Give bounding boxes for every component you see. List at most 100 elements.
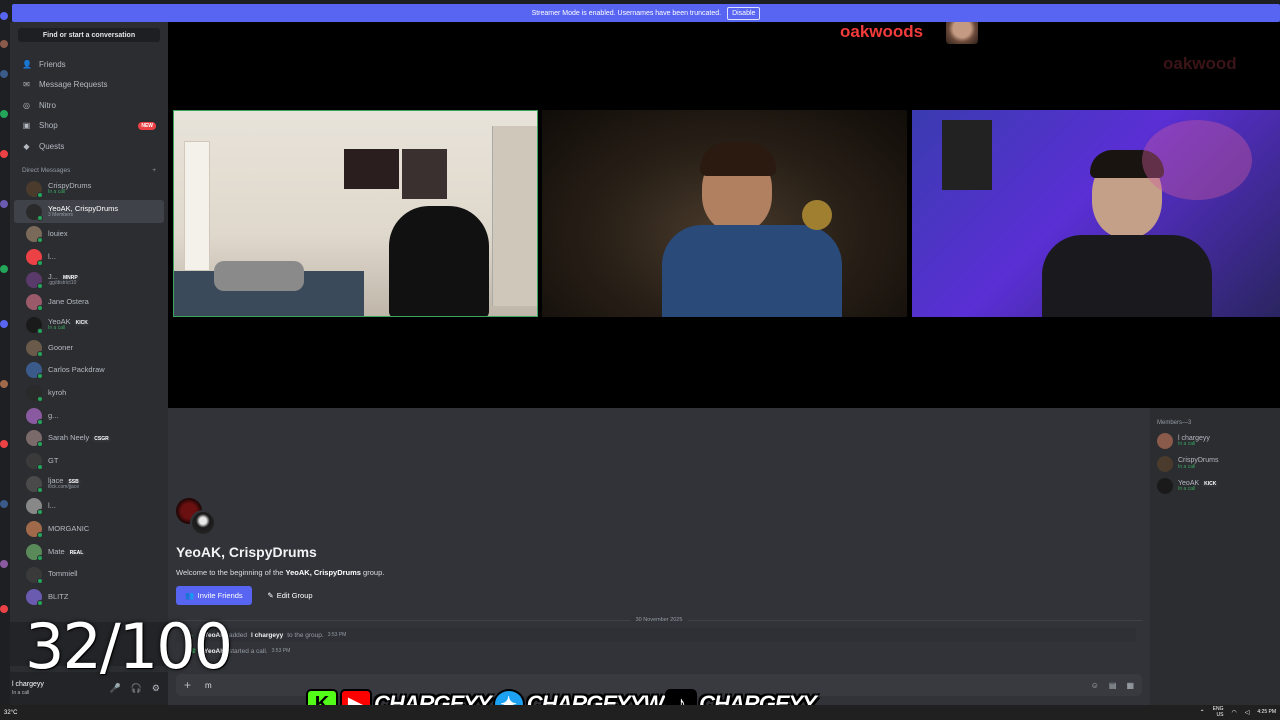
headphones-icon[interactable]: 🎧 — [131, 683, 142, 694]
edit-group-button[interactable]: ✎ Edit Group — [260, 586, 320, 605]
clock-time: 4:25 PM — [1257, 708, 1276, 715]
quests-icon: ◆ — [23, 141, 30, 151]
dm-item[interactable]: YeoAK, CrispyDrums 3 Members — [14, 200, 164, 223]
dm-item[interactable]: GT — [14, 450, 164, 473]
dm-item[interactable]: MORGANIC — [14, 518, 164, 541]
server-icon[interactable] — [0, 380, 8, 388]
gear-icon[interactable]: ⚙ — [152, 683, 160, 694]
hair-shape — [700, 142, 776, 176]
status-dot — [37, 237, 43, 244]
dm-item[interactable]: g... — [14, 404, 164, 427]
dm-item[interactable]: BLITZ — [14, 586, 164, 609]
server-icon[interactable] — [0, 320, 8, 328]
mail-icon: ✉ — [23, 80, 30, 90]
server-icon[interactable] — [0, 440, 8, 448]
nav-shop[interactable]: ▣ Shop NEW — [10, 116, 168, 137]
member-item[interactable]: YeoAK KICK In a call — [1150, 475, 1280, 498]
wifi-icon[interactable]: ◠ — [1232, 709, 1237, 716]
server-icon[interactable] — [0, 110, 8, 118]
dm-item[interactable]: CrispyDrums In a call — [14, 178, 164, 201]
nav-message-requests[interactable]: ✉ Message Requests — [10, 75, 168, 96]
dm-name: kyroh — [48, 387, 67, 397]
server-icon[interactable] — [0, 200, 8, 208]
dm-name: Sarah Neely — [48, 433, 90, 443]
dm-item[interactable]: Gooner — [14, 336, 164, 359]
chat-title: YeoAK, CrispyDrums — [176, 544, 317, 560]
clock[interactable]: 4:25 PM — [1257, 708, 1276, 716]
disable-button[interactable]: Disable — [727, 6, 761, 20]
search-input[interactable]: Find or start a conversation — [18, 28, 160, 42]
dm-name-line: louiex — [48, 229, 68, 239]
video-tile-crispydrums[interactable] — [542, 110, 907, 317]
member-item[interactable]: l chargeyy In a call — [1150, 430, 1280, 453]
gif-icon[interactable]: ▤ — [1109, 681, 1117, 690]
chevron-up-icon[interactable]: ⌃ — [1200, 709, 1205, 716]
message-target[interactable]: l chargeyy — [251, 632, 283, 639]
server-icon[interactable] — [0, 70, 8, 78]
group-avatar — [176, 498, 216, 538]
dm-item[interactable]: l... — [14, 246, 164, 269]
member-text: l chargeyy In a call — [1178, 435, 1210, 448]
poster-shape — [402, 149, 447, 199]
video-tile-chargeyy[interactable] — [173, 110, 538, 317]
nav-friends[interactable]: 👤 Friends — [10, 54, 168, 75]
speaker-icon[interactable]: ◁ — [1245, 709, 1250, 716]
server-icon[interactable] — [0, 560, 8, 568]
video-tile-yeoak[interactable] — [912, 110, 1280, 317]
dm-name: louiex — [48, 229, 68, 239]
dm-text: Carlos Packdraw — [48, 366, 105, 374]
status-dot — [37, 282, 43, 289]
dm-subtext: In a call — [48, 189, 66, 196]
dm-item[interactable]: Mate REAL — [14, 541, 164, 564]
friends-icon: 👤 — [22, 59, 32, 69]
dm-name-line: kyroh — [48, 387, 67, 397]
avatar — [1157, 478, 1173, 495]
dm-sidebar: Find or start a conversation 👤 Friends ✉… — [10, 22, 168, 705]
dm-text: Tommiell — [48, 570, 78, 578]
dm-item[interactable]: Sarah Neely CSGR — [14, 427, 164, 450]
dm-item[interactable]: J... MNRP .gg/district10 — [14, 268, 164, 291]
dm-item[interactable]: Jane Ostera — [14, 291, 164, 314]
member-text: CrispyDrums In a call — [1178, 457, 1218, 470]
user-status: In a call — [12, 689, 30, 696]
nav-nitro[interactable]: ◎ Nitro — [10, 95, 168, 116]
member-item[interactable]: CrispyDrums In a call — [1150, 453, 1280, 476]
server-icon[interactable] — [0, 40, 8, 48]
language-indicator[interactable]: ENG US — [1213, 706, 1224, 718]
dm-item[interactable]: kyroh — [14, 382, 164, 405]
message-rest: to the group. — [287, 631, 324, 639]
apps-icon[interactable]: ▦ — [1126, 681, 1134, 690]
shirt-shape — [1042, 235, 1212, 317]
invite-friends-button[interactable]: 👥 Invite Friends — [176, 586, 252, 605]
weather-temp[interactable]: 32°C — [4, 710, 17, 716]
dm-name-line: Carlos Packdraw — [48, 366, 105, 374]
add-dm-icon[interactable]: + — [152, 167, 156, 174]
dm-item[interactable]: YeoAK KICK In a call — [14, 314, 164, 337]
overlay-name: oakwoods — [840, 22, 924, 41]
dm-item[interactable]: Tommiell — [14, 563, 164, 586]
dm-item[interactable]: Carlos Packdraw — [14, 359, 164, 382]
member-status: In a call — [1178, 486, 1196, 493]
poster-shape — [344, 149, 399, 189]
nav-quests[interactable]: ◆ Quests — [10, 136, 168, 157]
dm-subtext: kick.com/jjace — [48, 484, 80, 491]
dm-text: BLITZ — [48, 592, 68, 601]
dm-text: Gooner — [48, 343, 73, 352]
server-icon[interactable] — [0, 150, 8, 158]
dm-text: kyroh — [48, 387, 67, 397]
status-dot — [37, 373, 43, 380]
emoji-icon[interactable]: ☺ — [1091, 681, 1099, 690]
server-icon[interactable] — [0, 500, 8, 508]
user-info[interactable]: l chargeyy In a call — [12, 681, 44, 695]
dm-item[interactable]: louiex — [14, 223, 164, 246]
server-icon[interactable] — [0, 265, 8, 273]
dm-item[interactable]: ljace SSB kick.com/jjace — [14, 472, 164, 495]
divider-line — [688, 619, 1142, 621]
microphone-icon[interactable]: 🎤 — [109, 683, 120, 694]
server-icon[interactable] — [0, 12, 8, 20]
dm-text: Mate REAL — [48, 547, 86, 557]
message-time: 3:53 PM — [327, 632, 347, 638]
dm-item[interactable]: l... — [14, 495, 164, 518]
dm-text: J... MNRP .gg/district10 — [48, 272, 80, 287]
server-icon[interactable] — [0, 605, 8, 613]
